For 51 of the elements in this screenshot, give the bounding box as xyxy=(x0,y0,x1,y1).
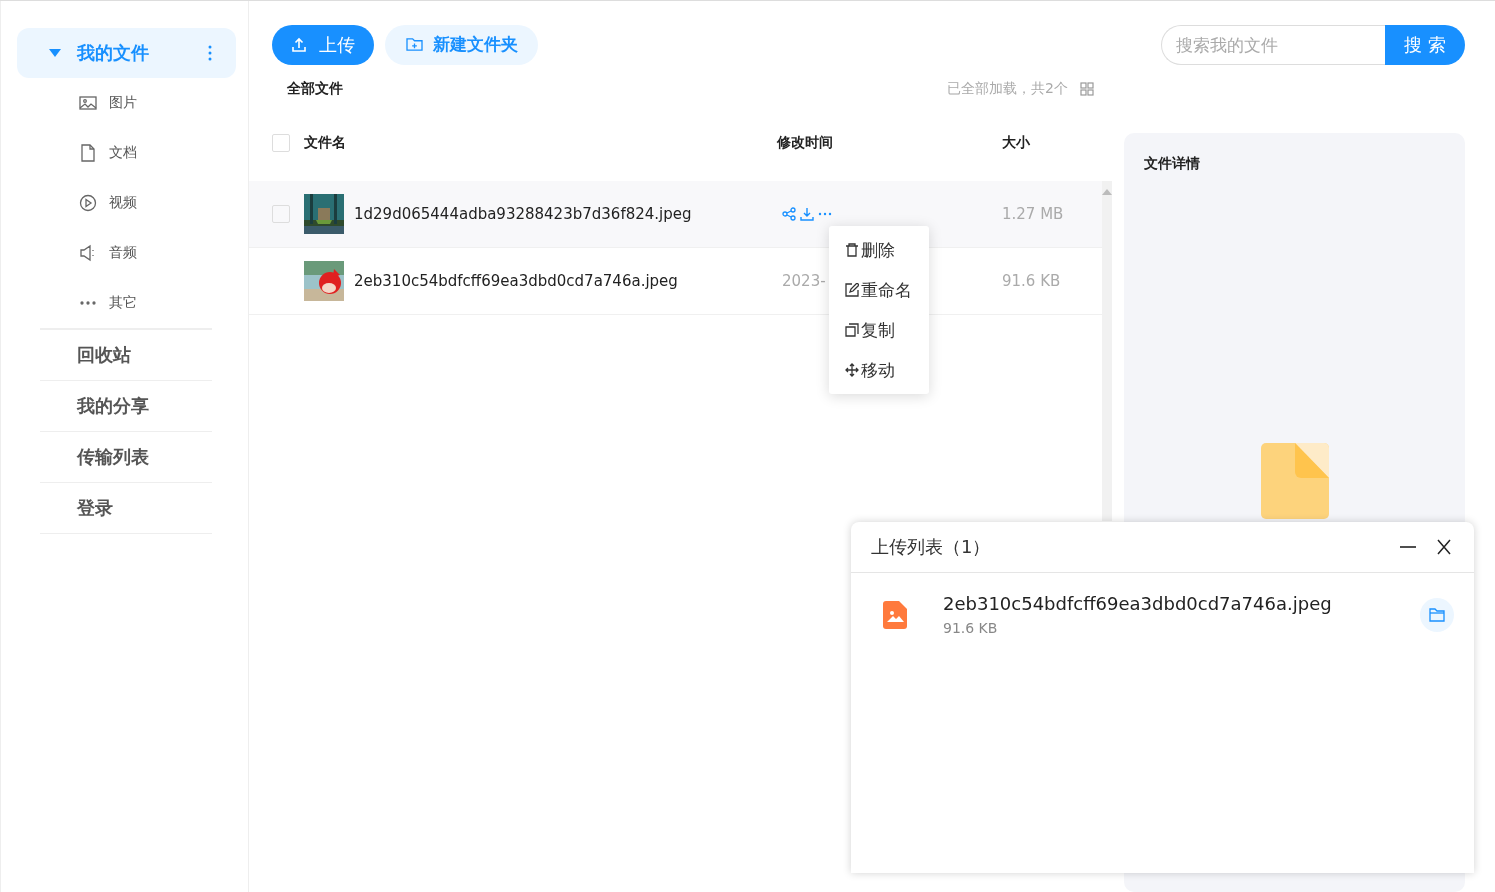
document-icon xyxy=(79,144,97,162)
edit-icon xyxy=(845,283,859,297)
sidebar-item[interactable]: 登录 xyxy=(40,483,212,534)
modified-time: 2023- xyxy=(782,272,826,290)
sidebar-subitem[interactable]: 其它 xyxy=(17,278,236,328)
sidebar-subitem[interactable]: 图片 xyxy=(17,78,236,128)
load-status: 已全部加载，共2个 xyxy=(947,80,1068,98)
folder-icon xyxy=(1429,607,1445,622)
copy-icon xyxy=(845,323,859,337)
sidebar-item[interactable]: 传输列表 xyxy=(40,432,212,483)
file-size: 1.27 MB xyxy=(1002,205,1065,223)
close-icon[interactable] xyxy=(1436,539,1452,555)
column-header: 文件名 xyxy=(304,134,347,152)
checkbox[interactable] xyxy=(272,134,290,152)
scroll-up-icon[interactable] xyxy=(1102,189,1112,195)
more-icon[interactable] xyxy=(208,45,212,61)
image-file-icon xyxy=(883,600,907,629)
file-name[interactable]: 1d29d065444adba93288423b7d36f824.jpeg xyxy=(354,205,777,223)
move-icon xyxy=(845,363,859,377)
download-icon[interactable] xyxy=(800,207,814,221)
upload-icon xyxy=(291,36,307,53)
caret-icon[interactable] xyxy=(49,49,61,57)
column-header: 大小 xyxy=(1002,134,1031,152)
file-size: 91.6 KB xyxy=(943,620,999,636)
share-icon[interactable] xyxy=(782,207,796,221)
open-folder-button[interactable] xyxy=(1420,597,1454,632)
sidebar-item[interactable]: 我的分享 xyxy=(40,381,212,432)
folder-plus-icon xyxy=(405,37,423,52)
checkbox[interactable] xyxy=(272,205,290,223)
video-icon xyxy=(79,194,97,212)
audio-icon xyxy=(79,244,97,262)
sidebar-item[interactable]: 回收站 xyxy=(40,330,212,381)
file-name[interactable]: 2eb310c54bdfcff69ea3dbd0cd7a746a.jpeg xyxy=(354,272,777,290)
search-field[interactable]: 搜索我的文件 xyxy=(1161,24,1385,65)
grid-view-icon[interactable] xyxy=(1080,82,1094,96)
details-title: 文件详情 xyxy=(1144,155,1200,173)
file-name: 2eb310c54bdfcff69ea3dbd0cd7a746a.jpeg xyxy=(943,593,1333,614)
scrollbar[interactable] xyxy=(1102,181,1112,521)
breadcrumb[interactable]: 全部文件 xyxy=(287,80,948,98)
dots-icon xyxy=(80,301,96,305)
column-header: 修改时间 xyxy=(777,134,834,152)
image-icon xyxy=(79,94,97,112)
trash-icon xyxy=(845,243,859,257)
file-size: 91.6 KB xyxy=(1002,272,1062,290)
menu-item[interactable]: 重命名 xyxy=(829,270,929,310)
sidebar-subitem[interactable]: 视频 xyxy=(17,178,236,228)
menu-item[interactable]: 移动 xyxy=(829,350,929,390)
panel-title: 上传列表（1） xyxy=(871,535,992,559)
file-icon xyxy=(1260,443,1329,519)
sidebar-subitem[interactable]: 文档 xyxy=(17,128,236,178)
sidebar-subitem[interactable]: 音频 xyxy=(17,228,236,278)
